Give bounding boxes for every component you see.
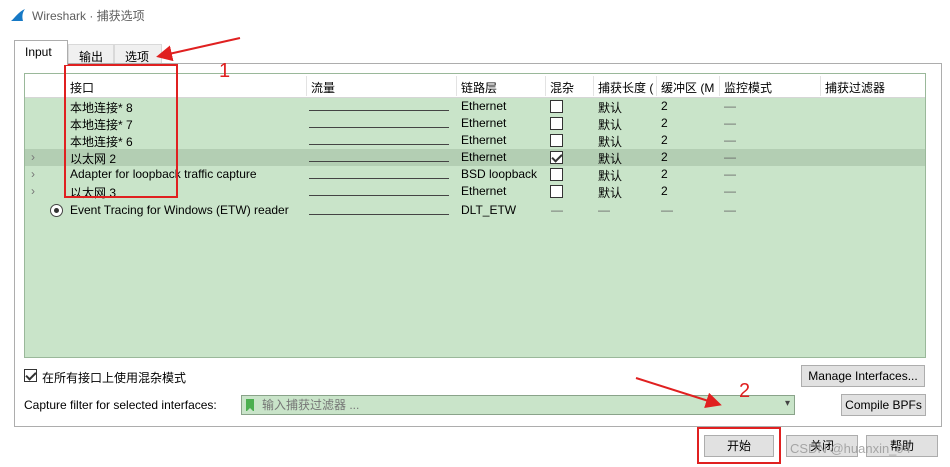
window-title: Wireshark · 捕获选项 (32, 9, 145, 23)
header-monitor-mode[interactable]: 监控模式 (724, 79, 772, 96)
traffic-sparkline (309, 161, 449, 162)
snaplen-value: 默认 (598, 169, 623, 183)
table-row[interactable]: Event Tracing for Windows (ETW) reader D… (25, 202, 925, 219)
buffer-value: 2 (661, 167, 668, 181)
chevron-down-icon[interactable]: ▾ (785, 398, 790, 409)
promiscuous-value: — (551, 203, 563, 217)
chevron-right-icon[interactable]: › (31, 150, 41, 164)
link-layer: DLT_ETW (461, 203, 517, 217)
buffer-value: 2 (661, 116, 668, 130)
promiscuous-checkbox[interactable] (550, 168, 563, 181)
header-capture-filter[interactable]: 捕获过滤器 (825, 79, 885, 96)
snaplen-value: 默认 (598, 152, 623, 166)
buffer-value: 2 (661, 184, 668, 198)
tab-output[interactable]: 输出 (68, 44, 114, 64)
link-layer: Ethernet (461, 133, 507, 147)
monitor-mode-value: — (724, 99, 736, 113)
header-link-layer[interactable]: 链路层 (461, 79, 497, 96)
monitor-mode-value: — (724, 116, 736, 130)
header-divider (456, 76, 457, 96)
manage-interfaces-button[interactable]: Manage Interfaces... (801, 365, 925, 387)
header-buffer[interactable]: 缓冲区 (M (661, 79, 719, 96)
snaplen-value: — (598, 203, 610, 217)
snaplen-value: 默认 (598, 135, 623, 149)
chevron-right-icon[interactable]: › (31, 184, 41, 198)
header-divider (820, 76, 821, 96)
promiscuous-checkbox[interactable] (550, 185, 563, 198)
header-divider (593, 76, 594, 96)
title-bar: Wireshark · 捕获选项 (0, 0, 950, 30)
tab-options-label: 选项 (125, 50, 150, 64)
tab-input-label: Input (25, 45, 52, 59)
monitor-mode-value: — (724, 150, 736, 164)
etw-extcap-icon[interactable] (50, 204, 63, 217)
buffer-value: 2 (661, 133, 668, 147)
watermark-text: CSDN @huanxin_94 (790, 441, 911, 456)
monitor-mode-value: — (724, 184, 736, 198)
monitor-mode-value: — (724, 133, 736, 147)
header-divider (656, 76, 657, 96)
buffer-value: — (661, 203, 673, 217)
buffer-value: 2 (661, 150, 668, 164)
link-layer: BSD loopback (461, 167, 538, 181)
annotation-number-2: 2 (739, 380, 751, 402)
snaplen-value: 默认 (598, 101, 623, 115)
promiscuous-checkbox[interactable] (550, 117, 563, 130)
snaplen-value: 默认 (598, 186, 623, 200)
monitor-mode-value: — (724, 203, 736, 217)
promiscuous-checkbox[interactable] (550, 151, 563, 164)
link-layer: Ethernet (461, 116, 507, 130)
traffic-sparkline (309, 178, 449, 179)
tab-output-label: 输出 (79, 50, 104, 64)
header-promiscuous[interactable]: 混杂 (550, 79, 574, 96)
traffic-sparkline (309, 144, 449, 145)
annotation-box-start-button (697, 427, 781, 464)
traffic-sparkline (309, 110, 449, 111)
annotation-box-interface-column (64, 64, 178, 198)
promiscuous-checkbox[interactable] (550, 100, 563, 113)
traffic-sparkline (309, 127, 449, 128)
tab-input[interactable]: Input (14, 40, 68, 65)
traffic-sparkline (309, 195, 449, 196)
link-layer: Ethernet (461, 99, 507, 113)
wireshark-fin-icon (11, 9, 25, 21)
annotation-number-1: 1 (219, 60, 231, 82)
tab-options[interactable]: 选项 (114, 44, 162, 64)
promisc-all-label[interactable]: 在所有接口上使用混杂模式 (42, 369, 186, 386)
traffic-sparkline (309, 214, 449, 215)
header-divider (719, 76, 720, 96)
capture-filter-input[interactable] (262, 397, 772, 413)
header-traffic[interactable]: 流量 (311, 79, 335, 96)
annotation-arrow-options-tab (156, 37, 241, 62)
link-layer: Ethernet (461, 150, 507, 164)
monitor-mode-value: — (724, 167, 736, 181)
bookmark-icon[interactable] (246, 399, 254, 412)
interface-name: Event Tracing for Windows (ETW) reader (70, 203, 289, 217)
compile-bpfs-button[interactable]: Compile BPFs (841, 394, 926, 416)
promiscuous-checkbox[interactable] (550, 134, 563, 147)
link-layer: Ethernet (461, 184, 507, 198)
header-divider (306, 76, 307, 96)
capture-filter-combobox[interactable]: ▾ (241, 395, 795, 415)
capture-filter-label: Capture filter for selected interfaces: (24, 398, 217, 412)
chevron-right-icon[interactable]: › (31, 167, 41, 181)
header-snaplen[interactable]: 捕获长度 ( (598, 79, 658, 96)
snaplen-value: 默认 (598, 118, 623, 132)
header-divider (545, 76, 546, 96)
buffer-value: 2 (661, 99, 668, 113)
promisc-all-checkbox[interactable] (24, 369, 37, 382)
